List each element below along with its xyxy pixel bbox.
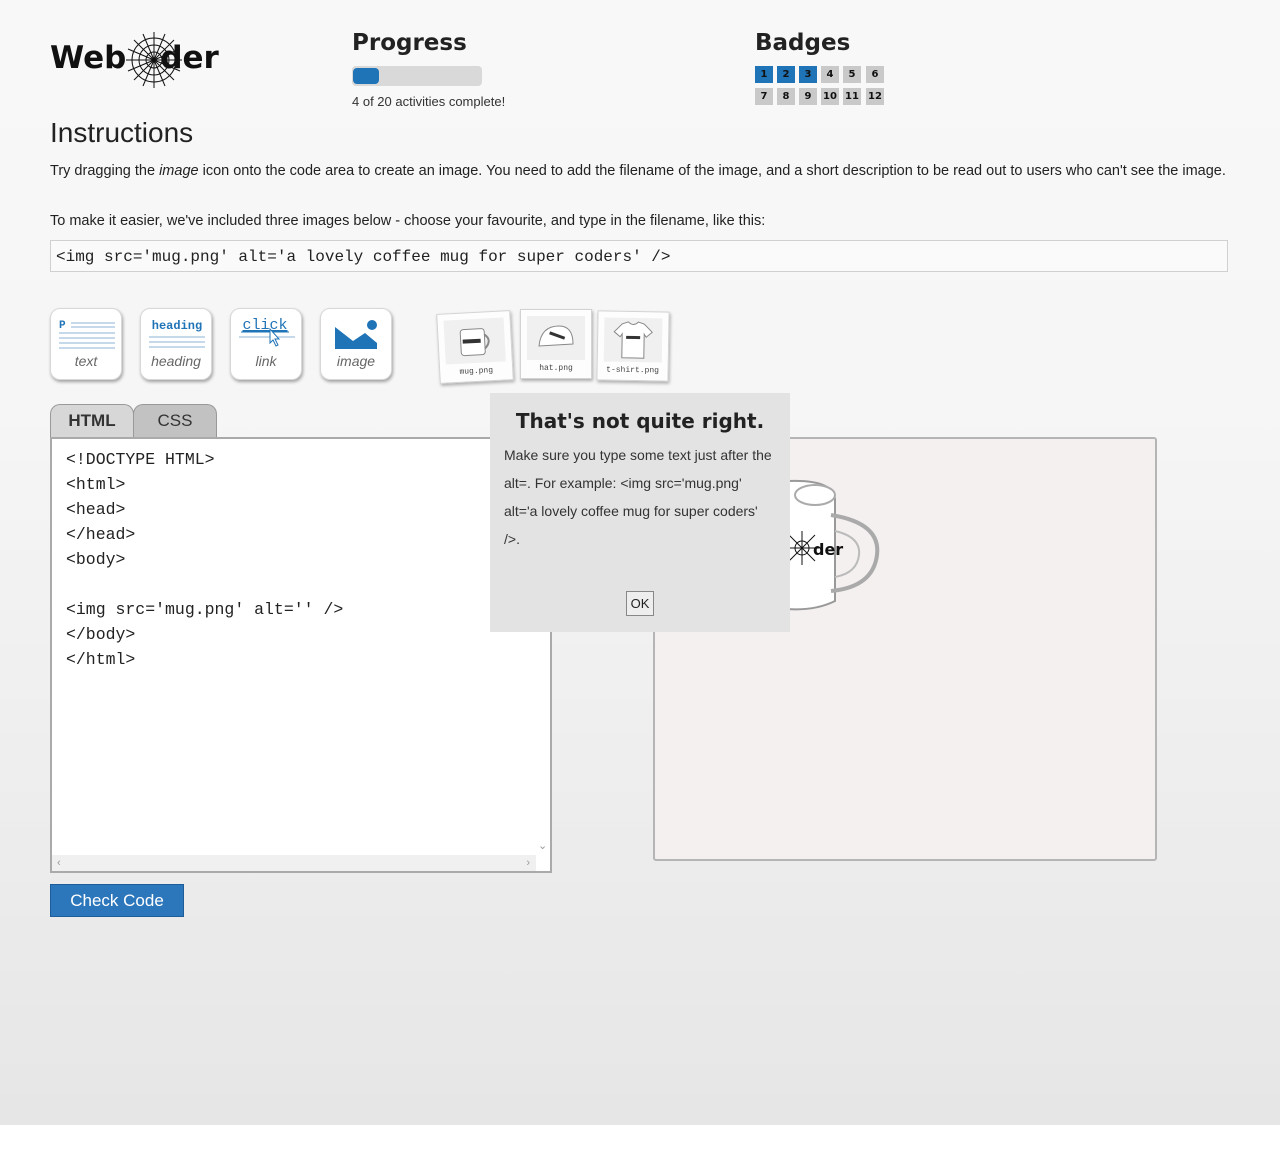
instructions-title: Instructions [50, 117, 194, 148]
badge-6: 6 [866, 66, 884, 83]
progress-section: Progress 4 of 20 activities complete! [352, 28, 652, 109]
badges-section: Badges 1 2 3 4 5 6 7 8 9 10 11 12 [755, 28, 955, 105]
scroll-right-icon[interactable]: › [526, 856, 530, 870]
heading-icon-text: heading [152, 319, 202, 333]
progress-bar-fill [353, 68, 379, 84]
tab-css[interactable]: CSS [133, 404, 217, 437]
badge-12: 12 [866, 88, 884, 105]
link-tool-label: link [255, 353, 277, 369]
mug-thumbnail-label: mug.png [459, 366, 494, 377]
paragraph-icon: P [59, 320, 115, 349]
ok-button[interactable]: OK [626, 591, 654, 616]
code-editor-text[interactable]: <!DOCTYPE HTML> <html> <head> </head> <b… [66, 447, 343, 672]
tshirt-thumbnail[interactable]: t-shirt.png [596, 310, 670, 382]
image-tool-label: image [336, 353, 376, 369]
page: Web der Progress 4 of 20 activities compl… [0, 0, 1280, 1125]
image-icon [335, 320, 377, 349]
webcoder-logo: Web der [50, 28, 220, 92]
progress-status-text: 4 of 20 activities complete! [352, 94, 506, 109]
badge-11: 11 [843, 88, 861, 105]
tab-html[interactable]: HTML [50, 404, 134, 437]
instructions-emphasis: image [159, 163, 199, 179]
instructions-text: icon onto the code area to create an ima… [198, 163, 1226, 179]
tshirt-icon [603, 317, 663, 363]
scroll-left-icon[interactable]: ‹ [57, 856, 61, 870]
check-code-button[interactable]: Check Code [50, 884, 184, 917]
instructions-text: Try dragging the [50, 163, 160, 179]
hat-thumbnail-label: hat.png [539, 364, 573, 373]
logo-text-prefix: Web [50, 40, 127, 76]
mug-logo-text: der [813, 540, 843, 559]
error-dialog-title: That's not quite right. [515, 409, 765, 433]
badge-5: 5 [843, 66, 861, 83]
horizontal-scrollbar[interactable]: ‹ › [52, 855, 536, 871]
badge-9: 9 [799, 88, 817, 105]
code-editor[interactable]: <!DOCTYPE HTML> <html> <head> </head> <b… [50, 437, 552, 873]
hat-icon [527, 316, 585, 360]
link-icon-text: click [242, 317, 287, 334]
link-tool-tile[interactable]: click link [230, 308, 302, 380]
progress-bar [352, 66, 482, 86]
example-code-box: <img src='mug.png' alt='a lovely coffee … [50, 240, 1228, 272]
progress-title: Progress [352, 30, 467, 56]
badge-10: 10 [821, 88, 839, 105]
badges-title: Badges [755, 30, 851, 56]
badge-7: 7 [755, 88, 773, 105]
badge-8: 8 [777, 88, 795, 105]
instructions-paragraph-2: To make it easier, we've included three … [50, 213, 766, 229]
image-tool-tile[interactable]: image [320, 308, 392, 380]
mug-icon [443, 317, 506, 365]
logo-text-suffix: der [160, 40, 219, 76]
paragraph-icon-letter: P [59, 320, 66, 332]
text-tool-tile[interactable]: P text [50, 308, 122, 380]
heading-tool-label: heading [151, 353, 201, 369]
instructions-paragraph-1: Try dragging the image icon onto the cod… [50, 161, 1230, 181]
heading-icon: heading [149, 319, 205, 348]
hat-thumbnail[interactable]: hat.png [520, 309, 592, 379]
mug-thumbnail[interactable]: mug.png [436, 310, 514, 384]
tshirt-thumbnail-label: t-shirt.png [606, 365, 660, 376]
heading-tool-tile[interactable]: heading heading [140, 308, 212, 380]
link-icon: click [239, 317, 295, 347]
logo-text: Web der [50, 40, 219, 76]
badge-1: 1 [755, 66, 773, 83]
text-tool-label: text [74, 353, 98, 369]
badge-4: 4 [821, 66, 839, 83]
scroll-down-icon[interactable]: ⌄ [538, 839, 547, 853]
badge-2: 2 [777, 66, 795, 83]
error-dialog: That's not quite right. Make sure you ty… [490, 393, 790, 632]
badge-3: 3 [799, 66, 817, 83]
error-dialog-message: Make sure you type some text just after … [504, 447, 772, 547]
